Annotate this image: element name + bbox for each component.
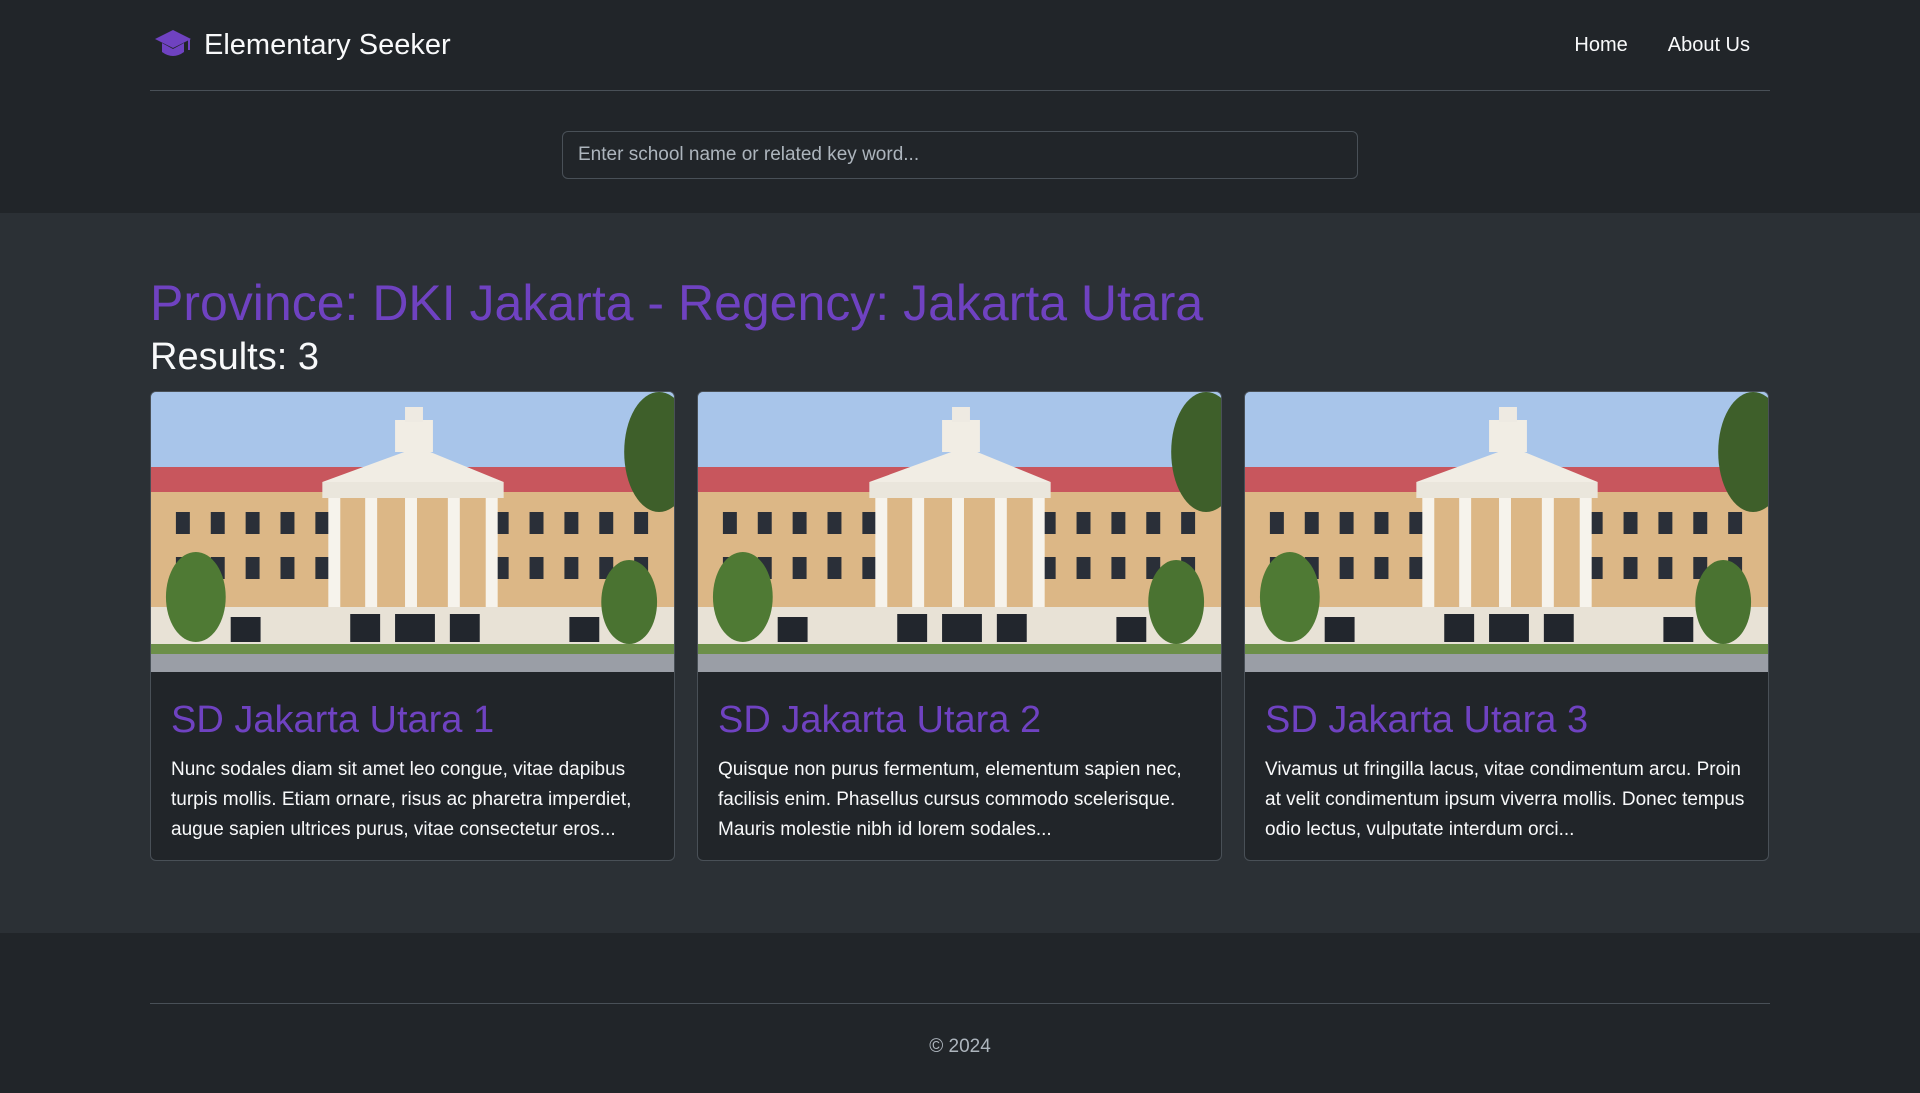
footer-divider xyxy=(150,1003,1770,1004)
card-body: SD Jakarta Utara 1 Nunc sodales diam sit… xyxy=(151,672,674,846)
card-body: SD Jakarta Utara 3 Vivamus ut fringilla … xyxy=(1245,672,1768,846)
school-card-list: SD Jakarta Utara 1 Nunc sodales diam sit… xyxy=(150,390,1770,861)
main-nav: Home About Us xyxy=(1574,34,1766,57)
brand-name: Elementary Seeker xyxy=(204,28,451,61)
navbar: Elementary Seeker Home About Us xyxy=(150,0,1770,91)
school-card-description: Nunc sodales diam sit amet leo congue, v… xyxy=(171,759,632,841)
page-title: Province: DKI Jakarta - Regency: Jakarta… xyxy=(150,275,1204,331)
school-card-title[interactable]: SD Jakarta Utara 3 xyxy=(1265,698,1748,744)
footer: © 2024 xyxy=(0,933,1920,1093)
school-card-description: Vivamus ut fringilla lacus, vitae condim… xyxy=(1265,759,1745,841)
school-building-image xyxy=(698,392,1221,672)
school-card[interactable]: SD Jakarta Utara 2 Quisque non purus fer… xyxy=(697,390,1222,861)
school-building-image xyxy=(151,392,674,672)
school-card[interactable]: SD Jakarta Utara 1 Nunc sodales diam sit… xyxy=(150,390,675,861)
card-body: SD Jakarta Utara 2 Quisque non purus fer… xyxy=(698,672,1221,846)
copyright-text: © 2024 xyxy=(929,1036,991,1057)
search-bar xyxy=(150,91,1770,179)
school-card-title[interactable]: SD Jakarta Utara 2 xyxy=(718,698,1201,744)
school-card[interactable]: SD Jakarta Utara 3 Vivamus ut fringilla … xyxy=(1244,390,1769,861)
search-input[interactable] xyxy=(562,131,1358,179)
header: Elementary Seeker Home About Us xyxy=(0,0,1920,213)
school-card-title[interactable]: SD Jakarta Utara 1 xyxy=(171,698,654,744)
main-content: Province: DKI Jakarta - Regency: Jakarta… xyxy=(0,213,1920,933)
brand[interactable]: Elementary Seeker xyxy=(154,28,451,62)
graduation-cap-icon xyxy=(155,30,191,56)
nav-home-link[interactable]: Home xyxy=(1574,34,1627,57)
school-building-image xyxy=(1245,392,1768,672)
school-card-description: Quisque non purus fermentum, elementum s… xyxy=(718,759,1182,841)
results-count: Results: 3 xyxy=(150,336,319,378)
nav-about-link[interactable]: About Us xyxy=(1668,34,1750,57)
